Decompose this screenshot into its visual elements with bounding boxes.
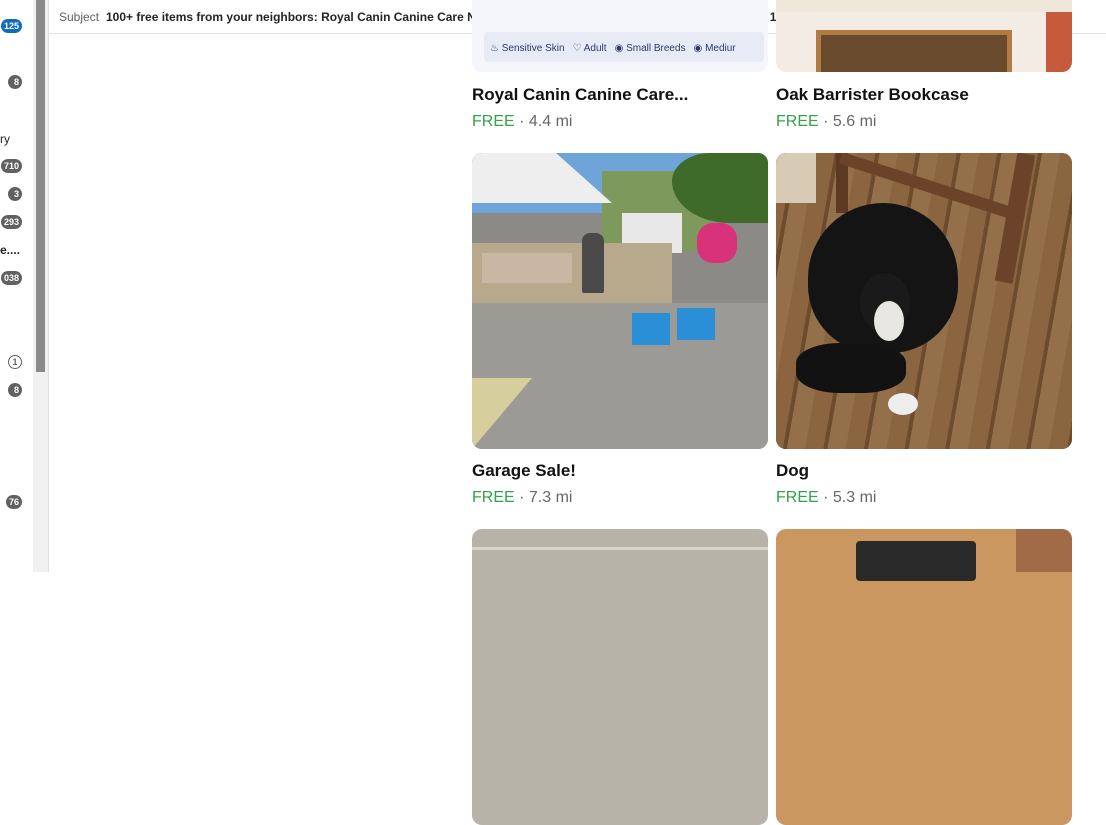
- unread-count-badge: 038: [0, 271, 22, 285]
- item-price: FREE: [472, 489, 515, 506]
- item-price: FREE: [472, 113, 515, 130]
- item-meta: FREE · 5.6 mi: [776, 113, 876, 131]
- tag-item: ◉ Mediur: [693, 43, 736, 54]
- count-badge: 1: [8, 355, 22, 369]
- unread-count-badge: 8: [8, 383, 22, 397]
- item-meta: FREE · 5.3 mi: [776, 489, 876, 507]
- item-price: FREE: [776, 489, 819, 506]
- meta-separator: ·: [514, 113, 529, 130]
- item-title[interactable]: Garage Sale!: [472, 461, 576, 481]
- unread-count-badge: 3: [8, 187, 22, 201]
- meta-separator: ·: [514, 489, 529, 506]
- unread-count-badge: 710: [0, 159, 22, 173]
- item-distance: 4.4 mi: [528, 113, 573, 130]
- item-meta: FREE · 4.4 mi: [472, 113, 572, 131]
- item-distance: 5.6 mi: [832, 113, 877, 130]
- item-distance: 5.3 mi: [832, 489, 877, 506]
- meta-separator: ·: [818, 489, 833, 506]
- item-meta: FREE · 7.3 mi: [472, 489, 572, 507]
- tag-item: ◉ Small Breeds: [614, 43, 686, 54]
- item-title[interactable]: Dog: [776, 461, 809, 481]
- badge-icon: ◉: [693, 43, 703, 54]
- paw-icon: ♨: [490, 43, 499, 54]
- item-image[interactable]: [472, 529, 768, 825]
- item-image-dog[interactable]: [776, 153, 1072, 449]
- heart-icon: ♡: [572, 43, 582, 54]
- item-image[interactable]: [776, 529, 1072, 825]
- badge-icon: ◉: [614, 43, 624, 54]
- folder-scrollbar-thumb[interactable]: [36, 0, 45, 372]
- tag-item: ♡ Adult: [572, 43, 607, 54]
- item-distance: 7.3 mi: [528, 489, 573, 506]
- item-image-bookcase[interactable]: [776, 0, 1072, 72]
- subject-label: Subject: [59, 10, 100, 24]
- folder-pane: 125 8 ry 710 3 293 e.... 038 1 8 76: [0, 0, 33, 572]
- unread-count-badge: 125: [0, 19, 22, 33]
- unread-count-badge: 76: [5, 495, 22, 509]
- unread-count-badge: 293: [0, 215, 22, 229]
- folder-label[interactable]: e....: [0, 243, 20, 257]
- item-image-garage-sale[interactable]: [472, 153, 768, 449]
- item-price: FREE: [776, 113, 819, 130]
- meta-separator: ·: [818, 113, 833, 130]
- item-title[interactable]: Royal Canin Canine Care...: [472, 85, 688, 105]
- item-image-royal-canin[interactable]: ♨ Sensitive Skin ♡ Adult ◉ Small Breeds …: [472, 0, 768, 72]
- unread-count-badge: 8: [8, 75, 22, 89]
- item-title[interactable]: Oak Barrister Bookcase: [776, 85, 969, 105]
- folder-label[interactable]: ry: [0, 132, 10, 146]
- tag-item: ♨ Sensitive Skin: [490, 43, 565, 54]
